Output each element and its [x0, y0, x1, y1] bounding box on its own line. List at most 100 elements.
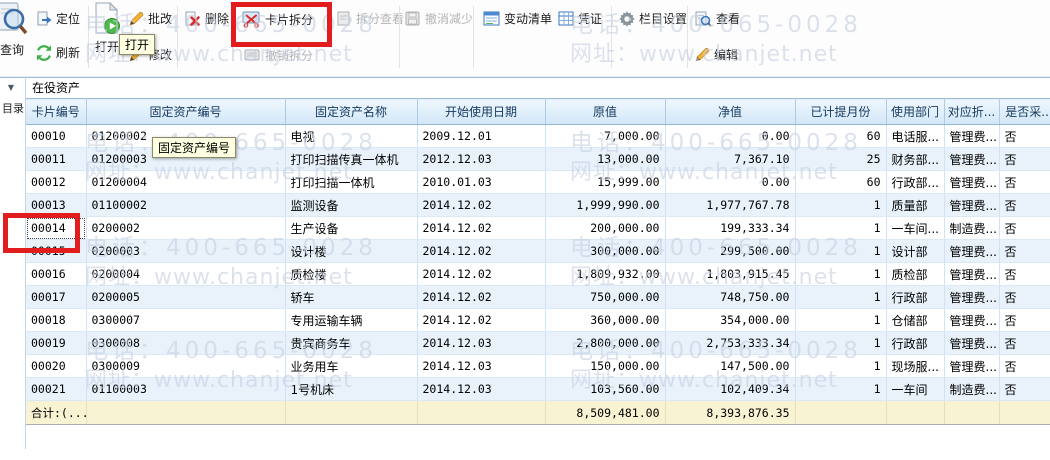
table-row[interactable]: 00020 0300009 业务用车 2014.12.03 150,000.00 147,…	[26, 355, 1050, 378]
cell[interactable]: 否	[999, 171, 1050, 194]
cell[interactable]: 199,333.34	[665, 217, 795, 240]
cell[interactable]: 01100003	[86, 378, 285, 401]
table-row[interactable]: 00015 0200003 设计楼 2014.12.02 300,000.00 299,5…	[26, 240, 1050, 263]
cell[interactable]: 否	[999, 332, 1050, 355]
cell[interactable]: 01200004	[86, 171, 285, 194]
cell[interactable]: 00010	[26, 125, 86, 148]
cell[interactable]: 否	[999, 148, 1050, 171]
cell[interactable]: 2012.12.03	[417, 148, 545, 171]
cell[interactable]: 0300007	[86, 309, 285, 332]
cell[interactable]: 0200003	[86, 240, 285, 263]
cell[interactable]: 设计部	[886, 240, 944, 263]
cell[interactable]: 否	[999, 125, 1050, 148]
cell[interactable]: 0200005	[86, 286, 285, 309]
cell[interactable]: 质检楼	[285, 263, 417, 286]
cell[interactable]: 102,409.34	[665, 378, 795, 401]
cell[interactable]: 监测设备	[285, 194, 417, 217]
collapse-arrow-icon[interactable]: ▼	[4, 82, 18, 94]
column-header[interactable]: 固定资产编号	[86, 99, 285, 125]
cell[interactable]: 否	[999, 217, 1050, 240]
table-row[interactable]: 00021 01100003 1号机床 2014.12.03 103,560.00 102…	[26, 378, 1050, 401]
cell[interactable]: 仓储部	[886, 309, 944, 332]
table-row[interactable]: 00014 0200002 生产设备 2014.12.02 200,000.00 199,…	[26, 217, 1050, 240]
cell[interactable]: 2014.12.02	[417, 309, 545, 332]
cell[interactable]: 管理费...	[944, 286, 999, 309]
cell[interactable]: 748,750.00	[665, 286, 795, 309]
cell[interactable]: 否	[999, 355, 1050, 378]
voucher-button[interactable]: 凭证	[558, 10, 602, 27]
cell[interactable]: 15,999.00	[545, 171, 665, 194]
cell[interactable]: 1	[795, 217, 886, 240]
view-button[interactable]: 查看	[695, 10, 740, 27]
cell[interactable]: 管理费...	[944, 125, 999, 148]
cell[interactable]: 设计楼	[285, 240, 417, 263]
cell[interactable]: 2014.12.03	[417, 378, 545, 401]
cell[interactable]: 2014.12.02	[417, 263, 545, 286]
cell[interactable]: 750,000.00	[545, 286, 665, 309]
cell[interactable]: 专用运输车辆	[285, 309, 417, 332]
cell[interactable]: 管理费...	[944, 171, 999, 194]
cell[interactable]: 制造费...	[944, 378, 999, 401]
cell[interactable]: 00019	[26, 332, 86, 355]
cell[interactable]: 管理费...	[944, 148, 999, 171]
cell[interactable]: 否	[999, 309, 1050, 332]
table-row[interactable]: 00016 0200004 质检楼 2014.12.02 1,809,932.00 1,8…	[26, 263, 1050, 286]
cell[interactable]: 管理费...	[944, 332, 999, 355]
cell[interactable]: 299,500.00	[665, 240, 795, 263]
cell[interactable]: 质量部	[886, 194, 944, 217]
cell[interactable]	[886, 401, 944, 425]
cell[interactable]: 2014.12.02	[417, 240, 545, 263]
cell[interactable]: 25	[795, 148, 886, 171]
column-header[interactable]: 固定资产名称	[285, 99, 417, 125]
cell[interactable]: 2014.12.03	[417, 332, 545, 355]
column-settings-button[interactable]: 栏目设置	[619, 10, 687, 27]
column-header[interactable]: 卡片编号	[26, 99, 86, 125]
cell[interactable]: 电话服...	[886, 125, 944, 148]
cell[interactable]: 00020	[26, 355, 86, 378]
cell[interactable]: 0200004	[86, 263, 285, 286]
cell[interactable]: 7,367.10	[665, 148, 795, 171]
column-header[interactable]: 开始使用日期	[417, 99, 545, 125]
cell[interactable]: 00017	[26, 286, 86, 309]
cell[interactable]: 1,999,990.00	[545, 194, 665, 217]
table-row[interactable]: 00018 0300007 专用运输车辆 2014.12.02 360,000.00 35…	[26, 309, 1050, 332]
query-button[interactable]: 查询	[0, 2, 28, 58]
change-list-button[interactable]: 变动清单	[483, 10, 552, 27]
cell[interactable]: 1,977,767.78	[665, 194, 795, 217]
cell[interactable]: 2,800,000.00	[545, 332, 665, 355]
cell[interactable]: 150,000.00	[545, 355, 665, 378]
cell[interactable]	[944, 401, 999, 425]
cell[interactable]: 00016	[26, 263, 86, 286]
batch-edit-button[interactable]: 批改	[129, 10, 172, 27]
cell[interactable]: 一车间...	[886, 217, 944, 240]
cell[interactable]: 1	[795, 194, 886, 217]
cell[interactable]: 财务部...	[886, 148, 944, 171]
cell[interactable]: 0.00	[665, 171, 795, 194]
cell[interactable]: 1	[795, 355, 886, 378]
refresh-button[interactable]: 刷新	[36, 44, 80, 61]
cell[interactable]: 行政部...	[886, 171, 944, 194]
column-header[interactable]: 净值	[665, 99, 795, 125]
cell[interactable]: 1,803,915.45	[665, 263, 795, 286]
table-row[interactable]: 00019 0300008 贵宾商务车 2014.12.03 2,800,000.00 2…	[26, 332, 1050, 355]
cell[interactable]: 一车间	[886, 378, 944, 401]
cell[interactable]: 2014.12.02	[417, 286, 545, 309]
cell[interactable]: 否	[999, 263, 1050, 286]
cell[interactable]: 8,393,876.35	[665, 401, 795, 425]
column-header[interactable]: 使用部门	[886, 99, 944, 125]
cell[interactable]: 7,000.00	[545, 125, 665, 148]
cell[interactable]: 103,560.00	[545, 378, 665, 401]
edit-button[interactable]: 编辑	[695, 46, 738, 63]
cell[interactable]: 00013	[26, 194, 86, 217]
cell[interactable]: 2,753,333.34	[665, 332, 795, 355]
cell[interactable]	[417, 401, 545, 425]
cell[interactable]: 质检部	[886, 263, 944, 286]
cell[interactable]: 00011	[26, 148, 86, 171]
cell[interactable]: 贵宾商务车	[285, 332, 417, 355]
cell[interactable]: 360,000.00	[545, 309, 665, 332]
delete-button[interactable]: 删除	[185, 10, 229, 27]
cell[interactable]	[86, 401, 285, 425]
cell[interactable]: 00012	[26, 171, 86, 194]
cell[interactable]: 管理费...	[944, 355, 999, 378]
cell[interactable]: 管理费...	[944, 240, 999, 263]
